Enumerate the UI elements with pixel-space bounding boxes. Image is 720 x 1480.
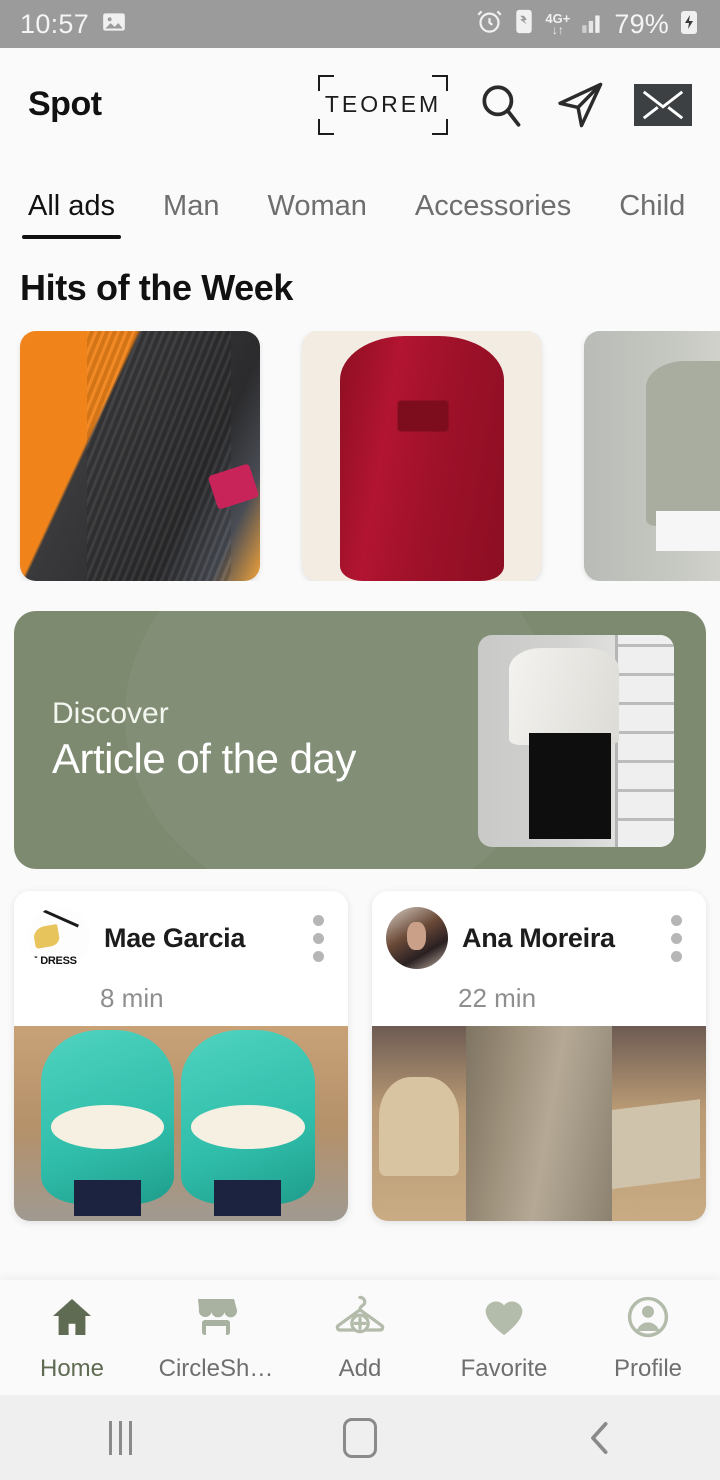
- status-bar-right: 4G+ ↓↑ 79%: [476, 8, 700, 41]
- article-of-the-day-banner[interactable]: Discover Article of the day: [14, 611, 706, 869]
- hanger-plus-icon: [332, 1293, 388, 1346]
- sidebar-item-favorite[interactable]: Favorite: [432, 1293, 576, 1383]
- tab-accessories[interactable]: Accessories: [415, 190, 571, 239]
- product-photo-linen-top: [584, 331, 720, 581]
- feed-user-name[interactable]: Ana Moreira: [462, 923, 615, 954]
- battery-percent: 79%: [614, 8, 669, 39]
- sidebar-item-add[interactable]: Add: [288, 1293, 432, 1383]
- send-icon[interactable]: [554, 79, 606, 131]
- app-brand-title: Spot: [28, 85, 102, 123]
- sidebar-item-label: Add: [338, 1354, 382, 1382]
- hit-card-linen-top[interactable]: [584, 331, 720, 581]
- feed-card-header: Ana Moreira: [372, 891, 706, 969]
- feed-timestamp: 22 min: [458, 983, 537, 1013]
- back-chevron-icon[interactable]: [480, 1418, 720, 1458]
- image-icon: [101, 9, 127, 40]
- category-tabs[interactable]: All ads Man Woman Accessories Child: [0, 161, 720, 239]
- tab-child[interactable]: Child: [619, 190, 685, 239]
- home-icon: [46, 1293, 98, 1346]
- android-navigation-bar[interactable]: [0, 1395, 720, 1480]
- hits-section-title: Hits of the Week: [20, 267, 293, 308]
- app-bar-actions: TEOREM: [318, 74, 692, 135]
- banner-thumbnail: [478, 635, 674, 847]
- recents-icon[interactable]: [0, 1420, 240, 1455]
- teorem-logo[interactable]: TEOREM: [318, 74, 448, 135]
- home-square-icon[interactable]: [240, 1417, 480, 1458]
- avatar[interactable]: E DRESS: [28, 907, 90, 969]
- product-photo-red-dress: [302, 331, 542, 581]
- sidebar-item-profile[interactable]: Profile: [576, 1293, 720, 1383]
- status-bar: 10:57 4G+ ↓↑ 79%: [0, 0, 720, 48]
- feed-user-name[interactable]: Mae Garcia: [104, 923, 245, 954]
- signal-bars-icon: [579, 9, 605, 40]
- hits-carousel[interactable]: [0, 331, 720, 581]
- banner-title: Article of the day: [52, 735, 356, 782]
- feed-photo-pants[interactable]: [372, 1026, 706, 1221]
- alarm-icon: [476, 8, 503, 40]
- tab-woman[interactable]: Woman: [267, 190, 366, 239]
- sidebar-item-label: Home: [39, 1354, 105, 1382]
- sidebar-item-label: Profile: [613, 1354, 683, 1382]
- avatar-caption: E DRESS: [30, 954, 77, 967]
- bottom-navigation[interactable]: Home CircleSh… Add Favorite Profile: [0, 1280, 720, 1395]
- kebab-menu-icon[interactable]: [663, 911, 690, 966]
- data-saver-icon: [512, 8, 536, 40]
- app-bar: Spot TEOREM: [0, 48, 720, 161]
- hit-card-red-dress[interactable]: [302, 331, 542, 581]
- network-type-indicator: 4G+ ↓↑: [545, 11, 571, 37]
- search-icon[interactable]: [476, 80, 526, 130]
- feed-timestamp: 8 min: [100, 983, 164, 1013]
- list-item[interactable]: Ana Moreira 22 min: [372, 891, 706, 1221]
- kebab-menu-icon[interactable]: [305, 911, 332, 966]
- status-bar-left: 10:57: [20, 9, 127, 40]
- list-item[interactable]: E DRESS Mae Garcia 8 min: [14, 891, 348, 1221]
- sidebar-item-label: Favorite: [460, 1354, 548, 1382]
- teorem-logo-text: TEOREM: [324, 91, 442, 117]
- avatar[interactable]: [386, 907, 448, 969]
- sidebar-item-circleshop[interactable]: CircleSh…: [144, 1293, 288, 1383]
- product-photo-jeans: [20, 331, 260, 581]
- feed-list[interactable]: E DRESS Mae Garcia 8 min Ana Moreira 22 …: [0, 869, 720, 1221]
- battery-charging-icon: [678, 8, 700, 41]
- feed-card-header: E DRESS Mae Garcia: [14, 891, 348, 969]
- tab-all-ads[interactable]: All ads: [21, 190, 122, 239]
- banner-text-block: Discover Article of the day: [14, 697, 356, 783]
- sidebar-item-home[interactable]: Home: [0, 1293, 144, 1383]
- mail-icon[interactable]: [634, 83, 692, 126]
- tab-man[interactable]: Man: [163, 190, 219, 239]
- person-icon: [622, 1293, 674, 1346]
- sidebar-item-label: CircleSh…: [158, 1354, 274, 1382]
- hit-card-jeans[interactable]: [20, 331, 260, 581]
- banner-kicker: Discover: [52, 697, 169, 730]
- heart-icon: [478, 1293, 530, 1346]
- status-time: 10:57: [20, 8, 90, 39]
- store-icon: [190, 1293, 242, 1346]
- feed-photo-sneakers[interactable]: [14, 1026, 348, 1221]
